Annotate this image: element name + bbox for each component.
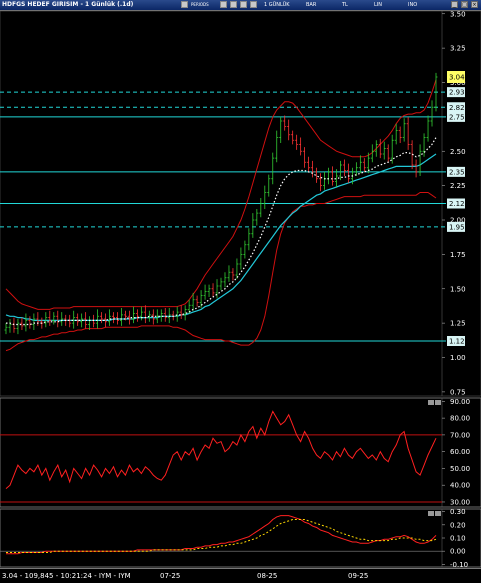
rsi-axis-label: 60.00: [450, 448, 470, 456]
toolbar-currency-button[interactable]: TL: [342, 1, 348, 9]
date-label-sep: 09-25: [348, 572, 369, 580]
toolbar-bar-button[interactable]: BAR: [306, 1, 316, 9]
level-badge-label: 2.82: [449, 104, 465, 112]
date-label-aug: 08-25: [257, 572, 278, 580]
rsi-axis-label: 50.00: [450, 465, 470, 473]
rsi-panel-frame: [0, 397, 481, 508]
macd-panel-close-icon[interactable]: [435, 511, 441, 516]
macd-panel[interactable]: 0.30 0.20 0.10 0.00 -0.10: [0, 508, 481, 568]
price-axis-label: 1.00: [450, 354, 466, 362]
level-badge-label: 2.12: [449, 200, 465, 208]
price-axis-label: 3.50: [450, 10, 466, 18]
toolbar-draw-icon[interactable]: [250, 1, 257, 8]
rsi-axis-label: 80.00: [450, 415, 470, 423]
rsi-panel-close-icon[interactable]: [435, 400, 441, 405]
level-badge-label: 1.95: [449, 223, 465, 231]
macd-axis-label: -0.10: [450, 561, 468, 568]
toolbar-chart-icon[interactable]: [181, 1, 188, 8]
price-axis-label: 1.75: [450, 251, 466, 259]
price-axis-label: 1.25: [450, 320, 466, 328]
macd-axis-label: 0.00: [450, 548, 466, 556]
price-axis-label: 2.25: [450, 182, 466, 190]
price-axis-label: 0.75: [450, 388, 466, 396]
last-price-label: 3.04: [449, 74, 465, 82]
maximize-icon[interactable]: □: [461, 1, 468, 8]
price-axis-label: 3.25: [450, 45, 466, 53]
price-panel[interactable]: 0.751.001.251.501.752.002.252.502.753.00…: [0, 10, 481, 396]
status-text: 3.04 - 109,845 - 10:21:24 - IYM - IYM: [2, 572, 131, 580]
rsi-axis-label: 40.00: [450, 482, 470, 490]
price-axis-label: 1.50: [450, 285, 466, 293]
toolbar-periods[interactable]: PERIODS: [191, 1, 209, 9]
close-icon[interactable]: ×: [471, 1, 478, 8]
rsi-panel-settings-icon[interactable]: [428, 400, 434, 405]
date-label-jul: 07-25: [160, 572, 181, 580]
toolbar-list-icon[interactable]: [230, 1, 237, 8]
level-badge-label: 2.75: [449, 113, 465, 121]
macd-axis-label: 0.20: [450, 521, 466, 529]
macd-panel-settings-icon[interactable]: [428, 511, 434, 516]
chart-area[interactable]: 0.751.001.251.501.752.002.252.502.753.00…: [0, 10, 481, 568]
window-title: HDFGS HEDEF GIRISIM - 1 Günlük (.1d): [2, 1, 134, 8]
level-badge-label: 2.35: [449, 168, 465, 176]
toolbar-pin-icon[interactable]: [220, 1, 227, 8]
macd-panel-frame: [0, 508, 481, 568]
toolbar-ino-button[interactable]: INO: [408, 1, 417, 9]
rsi-axis-label: 70.00: [450, 431, 470, 439]
minimize-icon[interactable]: _: [451, 1, 458, 8]
rsi-axis-label: 30.00: [450, 498, 470, 506]
rsi-panel[interactable]: 90.00 80.00 70.00 60.00 50.00 40.00 30.00: [0, 397, 481, 508]
price-axis-label: 2.50: [450, 148, 466, 156]
macd-axis-label: 0.10: [450, 535, 466, 543]
toolbar-settings-icon[interactable]: [240, 1, 247, 8]
status-bar: 3.04 - 109,845 - 10:21:24 - IYM - IYM 07…: [0, 568, 481, 583]
level-badge-label: 2.93: [449, 89, 465, 97]
macd-axis-label: 0.30: [450, 508, 466, 516]
toolbar-period-button[interactable]: 1 GÜNLÜK: [264, 1, 290, 9]
toolbar-scale-button[interactable]: LIN: [374, 1, 382, 9]
rsi-axis-label: 90.00: [450, 398, 470, 406]
level-badge-label: 1.12: [449, 338, 465, 346]
